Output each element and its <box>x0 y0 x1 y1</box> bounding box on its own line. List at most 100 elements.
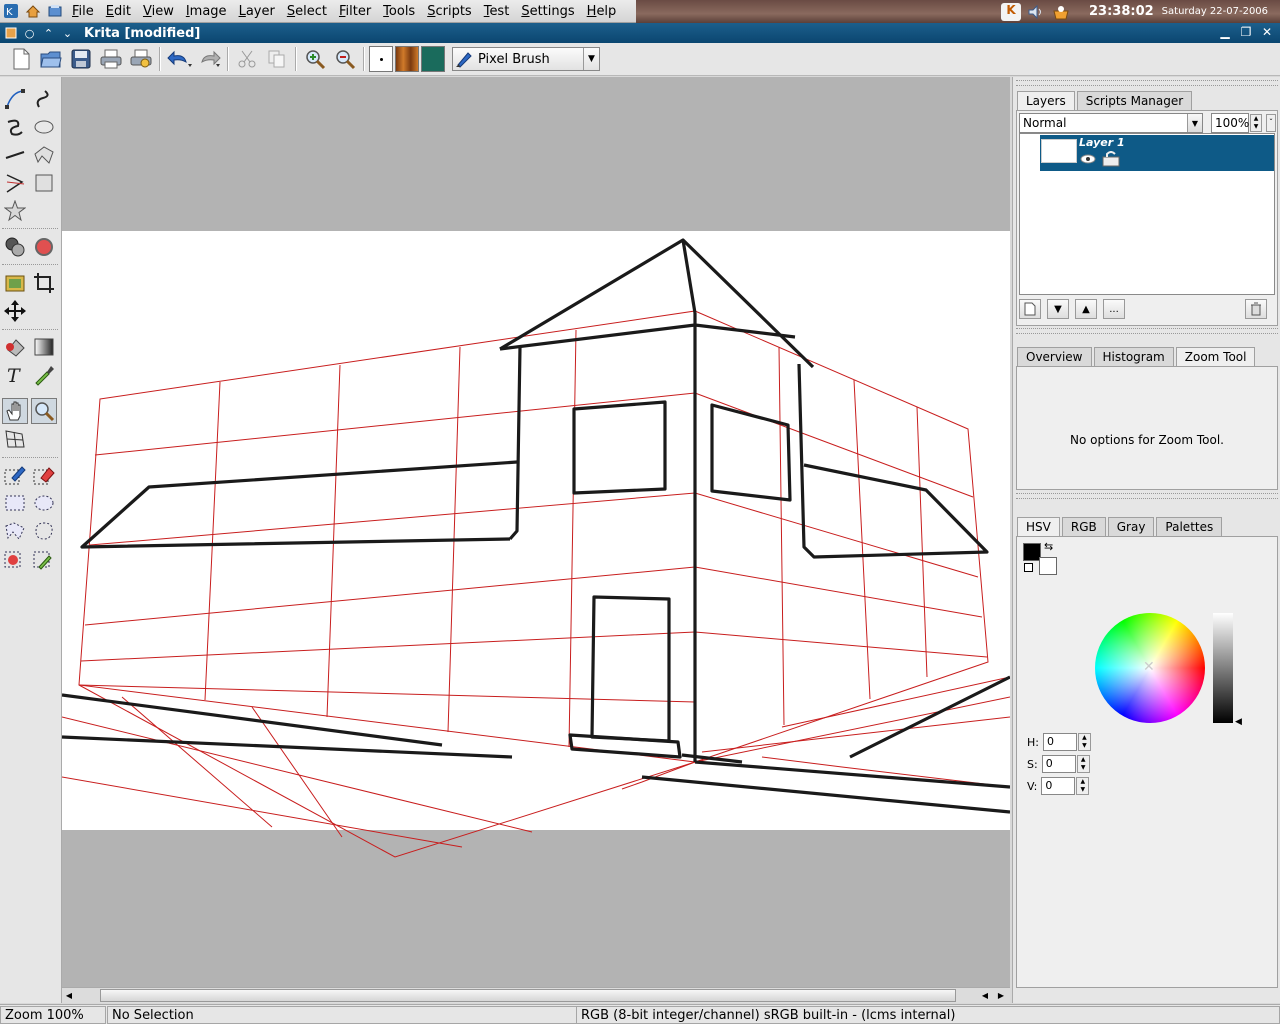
menu-settings[interactable]: Settings <box>515 4 580 19</box>
window-options-chevron-icon[interactable]: ⌄ <box>59 25 76 41</box>
perspective-transform-tool-icon[interactable] <box>2 270 28 296</box>
lock-icon[interactable] <box>1102 151 1120 170</box>
clock[interactable]: 23:38:02 <box>1089 4 1154 19</box>
delete-layer-button[interactable] <box>1245 299 1267 319</box>
print-preview-icon[interactable] <box>128 46 154 72</box>
freehand-brush-tool-icon[interactable] <box>2 114 28 140</box>
tab-layers[interactable]: Layers <box>1017 91 1075 111</box>
blend-mode-select[interactable]: Normal ▼ <box>1019 113 1203 133</box>
duplicate-tool-icon[interactable] <box>2 234 28 260</box>
redo-icon[interactable] <box>196 46 222 72</box>
docker-grip[interactable] <box>1016 80 1278 86</box>
rect-select-tool-icon[interactable] <box>2 490 28 516</box>
close-icon[interactable]: ✕ <box>1258 24 1276 41</box>
tab-scripts-manager[interactable]: Scripts Manager <box>1076 91 1193 110</box>
visibility-eye-icon[interactable] <box>1080 153 1096 168</box>
cut-icon[interactable] <box>234 46 260 72</box>
swap-colors-icon[interactable]: ⇆ <box>1044 540 1053 553</box>
opacity-spinner[interactable]: ▲ ▼ <box>1250 114 1262 132</box>
scroll-left-icon[interactable]: ◀ <box>978 988 992 1003</box>
chevron-down-icon[interactable]: ▼ <box>1187 114 1202 132</box>
tab-overview[interactable]: Overview <box>1017 347 1092 366</box>
sticky-icon[interactable]: ○ <box>21 25 38 41</box>
opacity-slider-button[interactable]: ⌄ <box>1266 114 1276 132</box>
background-color-swatch[interactable] <box>1039 557 1057 575</box>
hue-input[interactable]: 0 <box>1042 733 1077 751</box>
open-icon[interactable] <box>38 46 64 72</box>
window-titlebar[interactable]: ○ ⌃ ⌄ Krita [modified] ▁ ❐ ✕ <box>0 23 1280 43</box>
menu-edit[interactable]: Edit <box>100 4 137 19</box>
zoom-out-icon[interactable] <box>332 46 358 72</box>
minimize-icon[interactable]: ▁ <box>1216 24 1234 41</box>
menu-image[interactable]: Image <box>180 4 233 19</box>
zoom-in-icon[interactable] <box>302 46 328 72</box>
menu-test[interactable]: Test <box>478 4 516 19</box>
reset-colors-icon[interactable] <box>1024 563 1033 572</box>
line-tool-icon[interactable] <box>2 142 28 168</box>
ellipse-tool-icon[interactable] <box>31 114 57 140</box>
brush-shape-swatch[interactable] <box>369 46 393 72</box>
menu-tools[interactable]: Tools <box>377 4 421 19</box>
new-layer-button[interactable] <box>1019 299 1041 319</box>
text-tool-icon[interactable]: T <box>2 362 28 388</box>
move-layer-down-button[interactable]: ▼ <box>1047 299 1069 319</box>
save-icon[interactable] <box>68 46 94 72</box>
tab-palettes[interactable]: Palettes <box>1156 517 1223 536</box>
updater-icon[interactable] <box>1051 3 1071 21</box>
value-slider-arrow-icon[interactable]: ◀ <box>1235 717 1242 727</box>
saturation-input[interactable]: 0 <box>1041 755 1076 773</box>
value-spinner[interactable]: ▲ ▼ <box>1076 777 1090 795</box>
rectangle-tool-icon[interactable] <box>31 170 57 196</box>
ellipse-select-tool-icon[interactable] <box>31 490 57 516</box>
bezier-tool-icon[interactable] <box>2 86 28 112</box>
canvas-viewport[interactable] <box>62 77 1010 987</box>
fill-tool-icon[interactable] <box>2 334 28 360</box>
tab-gray[interactable]: Gray <box>1107 517 1155 536</box>
gradient-tool-icon[interactable] <box>31 334 57 360</box>
copy-icon[interactable] <box>264 46 290 72</box>
menu-scripts[interactable]: Scripts <box>421 4 478 19</box>
undo-icon[interactable] <box>166 46 192 72</box>
smudge-tool-icon[interactable] <box>31 234 57 260</box>
polyline-tool-icon[interactable] <box>2 170 28 196</box>
move-layer-up-button[interactable]: ▲ <box>1075 299 1097 319</box>
chevron-down-icon[interactable]: ▼ <box>583 48 599 70</box>
move-tool-icon[interactable] <box>2 298 28 324</box>
docker-grip[interactable] <box>1016 328 1278 334</box>
menu-select[interactable]: Select <box>281 4 333 19</box>
layer-properties-button[interactable]: ... <box>1103 299 1125 319</box>
horizontal-scrollbar[interactable]: ◀ ◀ ▶ <box>62 987 1010 1003</box>
klipper-icon[interactable]: K <box>1001 2 1021 21</box>
shade-icon[interactable]: ⌃ <box>40 25 57 41</box>
selection-eraser-tool-icon[interactable] <box>31 462 57 488</box>
kde-menu-icon[interactable]: K <box>0 0 22 22</box>
selection-brush-tool-icon[interactable] <box>2 462 28 488</box>
color-select-tool-icon[interactable] <box>31 546 57 572</box>
value-slider[interactable] <box>1213 613 1233 723</box>
outline-select-tool-icon[interactable] <box>31 518 57 544</box>
hue-spinner[interactable]: ▲ ▼ <box>1077 733 1091 751</box>
scroll-right-icon[interactable]: ▶ <box>994 988 1008 1003</box>
menu-layer[interactable]: Layer <box>233 4 281 19</box>
konqueror-icon[interactable] <box>44 0 66 22</box>
polygon-select-tool-icon[interactable] <box>2 518 28 544</box>
pan-tool-icon[interactable] <box>2 398 28 424</box>
perspective-grid-tool-icon[interactable] <box>2 426 28 452</box>
layer-row[interactable]: Layer 1 <box>1040 135 1274 171</box>
menu-filter[interactable]: Filter <box>333 4 377 19</box>
home-icon[interactable] <box>22 0 44 22</box>
star-tool-icon[interactable] <box>2 198 28 224</box>
gradient-swatch[interactable] <box>395 46 419 72</box>
polygon-tool-icon[interactable] <box>31 142 57 168</box>
window-menu-icon[interactable] <box>2 25 19 41</box>
tab-hsv[interactable]: HSV <box>1017 517 1060 537</box>
new-icon[interactable] <box>8 46 34 72</box>
menu-file[interactable]: File <box>66 4 100 19</box>
paintop-selector[interactable]: Pixel Brush ▼ <box>452 47 600 71</box>
menu-view[interactable]: View <box>137 4 180 19</box>
zoom-tool-icon[interactable] <box>31 398 57 424</box>
volume-icon[interactable] <box>1026 3 1046 21</box>
tab-zoom-tool[interactable]: Zoom Tool <box>1175 347 1256 367</box>
pattern-swatch[interactable] <box>421 46 445 72</box>
contiguous-select-tool-icon[interactable] <box>2 546 28 572</box>
